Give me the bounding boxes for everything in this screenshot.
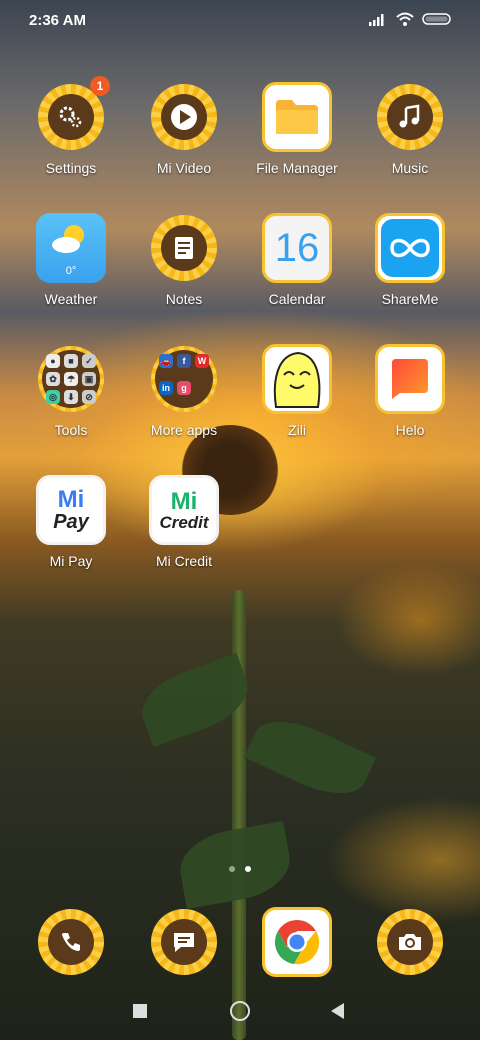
notification-badge: 1 — [90, 76, 110, 96]
status-bar: 2:36 AM — [0, 0, 480, 44]
recents-button[interactable] — [133, 1004, 147, 1018]
app-zili[interactable]: Zili — [242, 344, 352, 438]
app-helo[interactable]: Helo — [355, 344, 465, 438]
weather-temp: 0° — [65, 265, 77, 277]
message-icon — [149, 907, 219, 977]
mi-credit-logo-bottom: Credit — [159, 512, 209, 532]
app-label: More apps — [150, 422, 218, 438]
calendar-icon: 16 — [262, 213, 332, 283]
dock-camera[interactable] — [355, 907, 465, 977]
folder-more-apps-icon: 🚗 f W in g — [149, 344, 219, 414]
status-icons — [368, 12, 452, 26]
mi-pay-logo-top: Mi — [57, 486, 85, 513]
app-label: Settings — [45, 160, 97, 176]
wifi-icon — [396, 12, 414, 26]
dock-chrome[interactable] — [242, 907, 352, 977]
app-label: Zili — [288, 422, 306, 438]
app-label: Mi Video — [156, 160, 212, 176]
app-label: Mi Credit — [155, 553, 212, 569]
mi-credit-icon: Mi Credit — [149, 475, 219, 545]
page-indicator — [229, 866, 251, 872]
mi-pay-logo-bottom: Pay — [53, 511, 89, 533]
app-mi-pay[interactable]: Mi Pay Mi Pay — [16, 475, 126, 569]
infinity-icon — [375, 213, 445, 283]
app-settings[interactable]: 1 Settings — [16, 76, 126, 176]
status-time: 2:36 AM — [29, 12, 86, 29]
folder-more-apps[interactable]: 🚗 f W in g More apps — [129, 344, 239, 438]
app-file-manager[interactable]: File Manager — [242, 82, 352, 176]
battery-icon — [422, 13, 451, 25]
music-note-icon — [375, 82, 445, 152]
camera-icon — [375, 907, 445, 977]
play-icon — [149, 82, 219, 152]
app-label: Music — [391, 160, 429, 176]
app-shareme[interactable]: ShareMe — [355, 213, 465, 307]
mi-credit-logo-top: Mi — [170, 487, 198, 515]
notes-icon — [149, 213, 219, 283]
navigation-bar — [0, 990, 480, 1034]
app-label: Notes — [165, 291, 203, 307]
app-weather[interactable]: 0° Weather — [16, 213, 126, 307]
dock-messages[interactable] — [129, 907, 239, 977]
app-label: Mi Pay — [49, 553, 93, 569]
weather-icon: 0° — [36, 213, 106, 283]
mi-pay-icon: Mi Pay — [36, 475, 106, 545]
folder-tools[interactable]: ● ■ ✓ ✿ ☂ ▣ ◎ ⬇ ⊘ Tools — [16, 344, 126, 438]
app-notes[interactable]: Notes — [129, 213, 239, 307]
settings-icon: 1 — [36, 76, 110, 152]
calendar-day: 16 — [274, 225, 320, 270]
page-dot[interactable] — [229, 866, 235, 872]
app-music[interactable]: Music — [355, 82, 465, 176]
app-label: File Manager — [256, 160, 338, 176]
home-button[interactable] — [230, 1001, 250, 1021]
folder-icon — [262, 82, 332, 152]
dock-phone[interactable] — [16, 907, 126, 977]
helo-icon — [375, 344, 445, 414]
app-calendar[interactable]: 16 Calendar — [242, 213, 352, 307]
folder-tools-icon: ● ■ ✓ ✿ ☂ ▣ ◎ ⬇ ⊘ — [36, 344, 106, 414]
signal-icon — [369, 14, 384, 26]
zili-face-icon — [262, 344, 332, 414]
app-label: Helo — [395, 422, 425, 438]
back-button[interactable] — [331, 1003, 344, 1019]
chrome-icon — [262, 907, 332, 977]
app-label: Weather — [44, 291, 98, 307]
page-dot-active[interactable] — [245, 866, 251, 872]
phone-icon — [36, 907, 106, 977]
app-mi-video[interactable]: Mi Video — [129, 82, 239, 176]
app-label: Calendar — [268, 291, 326, 307]
app-mi-credit[interactable]: Mi Credit Mi Credit — [129, 475, 239, 569]
app-label: ShareMe — [381, 291, 439, 307]
app-label: Tools — [54, 422, 88, 438]
